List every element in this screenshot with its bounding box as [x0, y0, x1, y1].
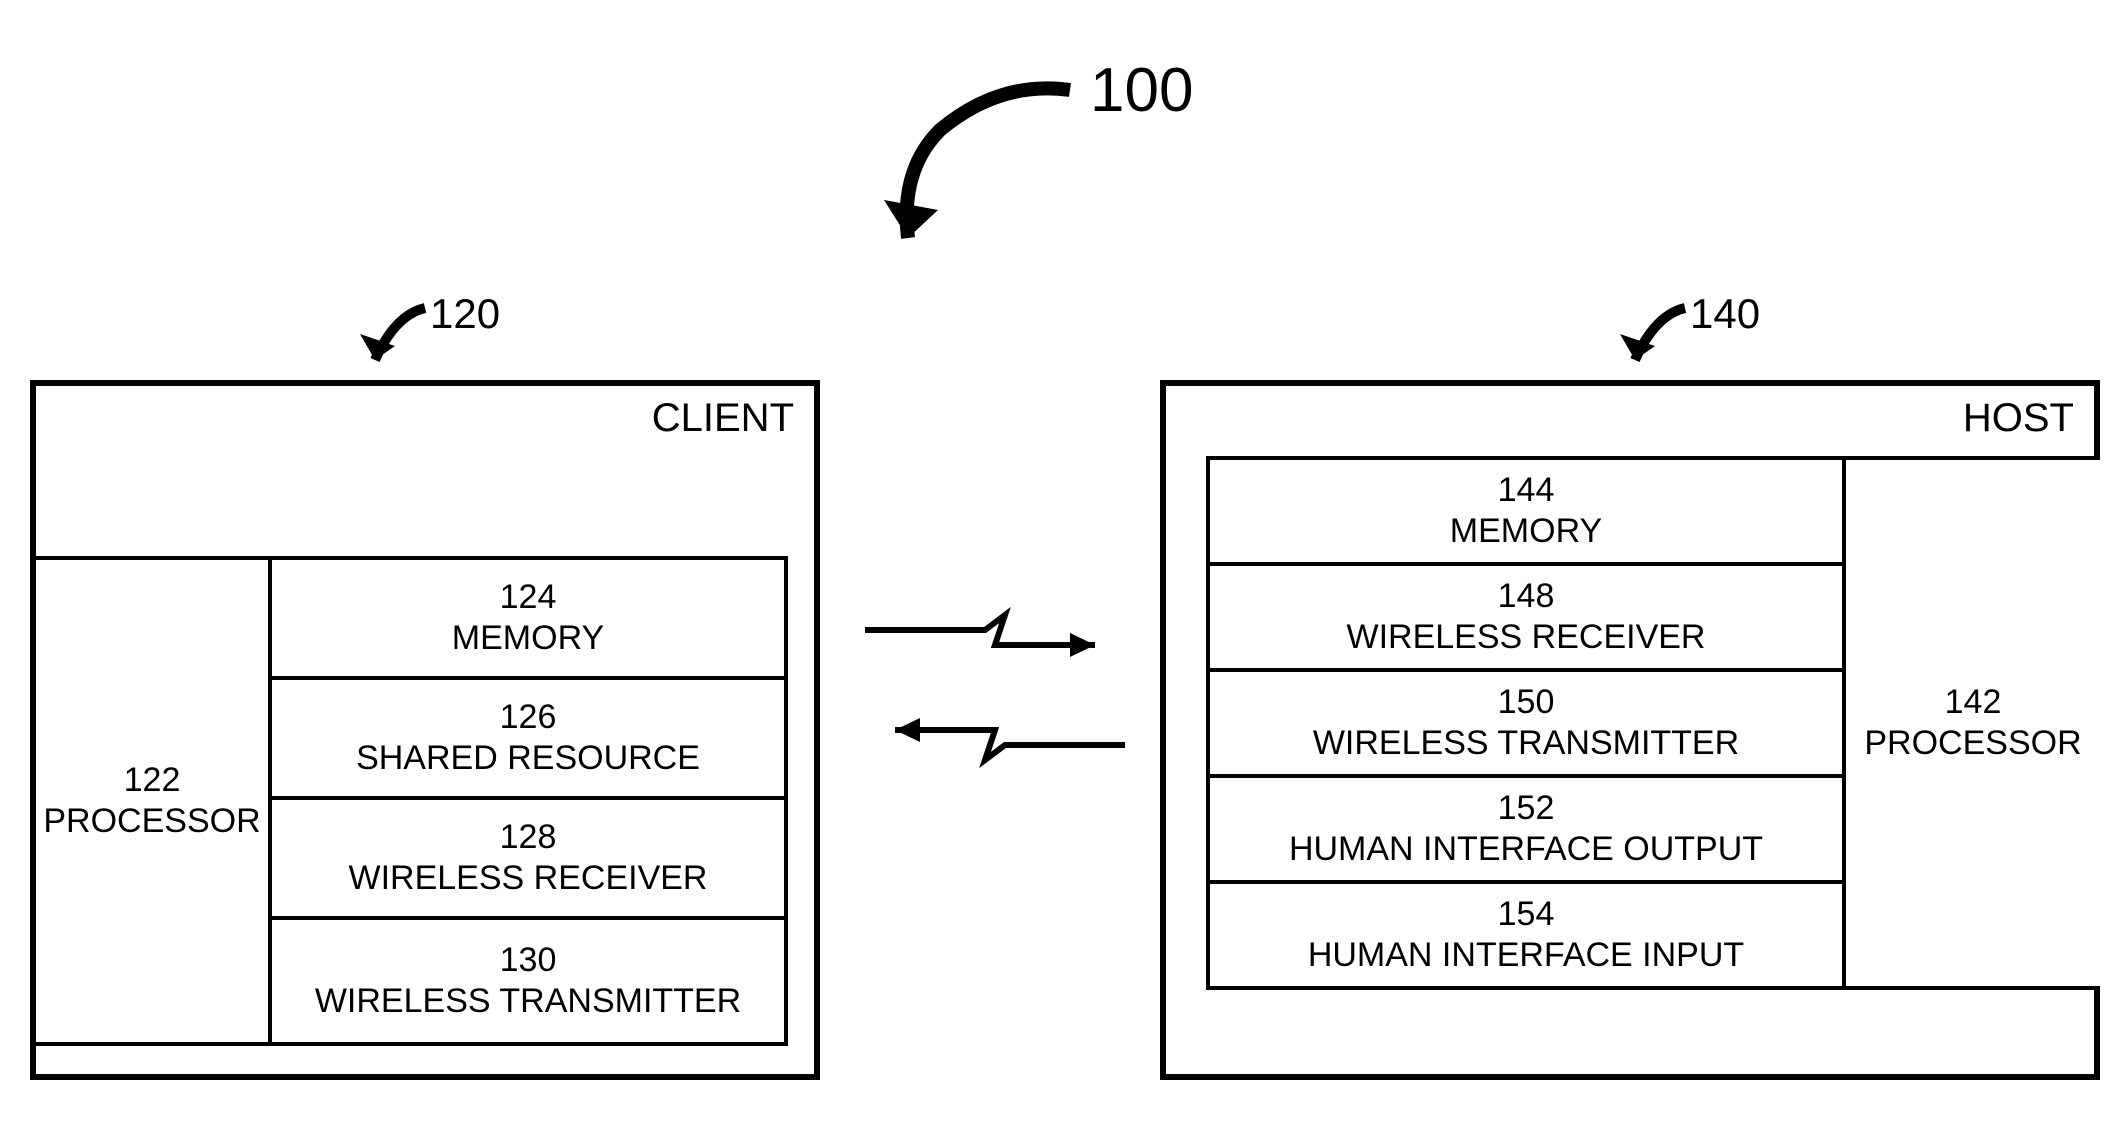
host-comp-2-num: 150 — [1498, 682, 1555, 723]
client-comp-0: 124 MEMORY — [268, 556, 788, 680]
client-comp-2-num: 128 — [500, 817, 557, 858]
host-comp-1-num: 148 — [1498, 576, 1555, 617]
host-comp-0: 144 MEMORY — [1206, 456, 1846, 566]
host-title: HOST — [1963, 396, 2074, 441]
wireless-arrow-left — [855, 720, 1135, 770]
host-comp-2-label: WIRELESS TRANSMITTER — [1313, 723, 1739, 764]
host-processor-num: 142 — [1945, 682, 2002, 723]
host-comp-3: 152 HUMAN INTERFACE OUTPUT — [1206, 774, 1846, 884]
host-comp-1: 148 WIRELESS RECEIVER — [1206, 562, 1846, 672]
host-processor: 142 PROCESSOR — [1842, 456, 2100, 990]
host-ref-arrow — [1610, 300, 1700, 390]
client-comp-1-num: 126 — [500, 697, 557, 738]
host-comp-1-label: WIRELESS RECEIVER — [1347, 617, 1706, 658]
client-ref-arrow — [350, 300, 440, 390]
client-ref-label: 120 — [430, 290, 500, 338]
client-comp-0-label: MEMORY — [452, 618, 604, 659]
main-ref-label: 100 — [1090, 55, 1193, 126]
client-processor-num: 122 — [124, 760, 181, 801]
client-comp-2-label: WIRELESS RECEIVER — [349, 858, 708, 899]
host-comp-4: 154 HUMAN INTERFACE INPUT — [1206, 880, 1846, 990]
host-comp-0-label: MEMORY — [1450, 511, 1602, 552]
client-comp-0-num: 124 — [500, 577, 557, 618]
host-comp-3-label: HUMAN INTERFACE OUTPUT — [1289, 829, 1763, 870]
client-processor: 122 PROCESSOR — [32, 556, 272, 1046]
client-processor-label: PROCESSOR — [43, 801, 260, 842]
host-comp-0-num: 144 — [1498, 470, 1555, 511]
host-processor-label: PROCESSOR — [1864, 723, 2081, 764]
client-comp-3-label: WIRELESS TRANSMITTER — [315, 981, 741, 1022]
wireless-arrow-right — [855, 605, 1135, 655]
host-block: HOST 144 MEMORY 148 WIRELESS RECEIVER 15… — [1160, 380, 2100, 1080]
main-ref-arrow — [880, 70, 1080, 250]
client-block: CLIENT 122 PROCESSOR 124 MEMORY 126 SHAR… — [30, 380, 820, 1080]
client-title: CLIENT — [652, 396, 794, 441]
host-comp-4-label: HUMAN INTERFACE INPUT — [1308, 935, 1744, 976]
client-comp-1-label: SHARED RESOURCE — [356, 738, 700, 779]
host-comp-3-num: 152 — [1498, 788, 1555, 829]
host-comp-2: 150 WIRELESS TRANSMITTER — [1206, 668, 1846, 778]
host-comp-4-num: 154 — [1498, 894, 1555, 935]
host-ref-label: 140 — [1690, 290, 1760, 338]
client-comp-2: 128 WIRELESS RECEIVER — [268, 796, 788, 920]
client-comp-3: 130 WIRELESS TRANSMITTER — [268, 916, 788, 1046]
client-comp-1: 126 SHARED RESOURCE — [268, 676, 788, 800]
client-comp-3-num: 130 — [500, 940, 557, 981]
